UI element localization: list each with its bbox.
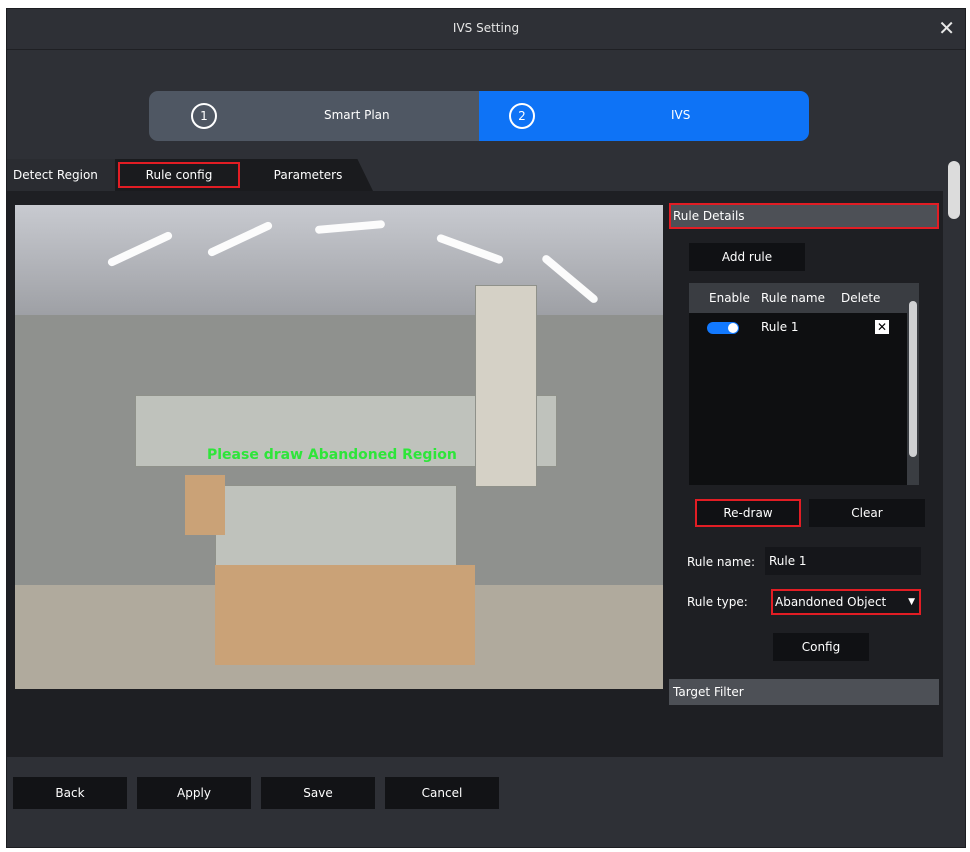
enable-toggle[interactable] <box>707 322 739 334</box>
config-button[interactable]: Config <box>773 633 869 661</box>
rule-type-value: Abandoned Object <box>775 595 887 609</box>
desk <box>215 565 475 665</box>
tab-parameters[interactable]: Parameters <box>243 159 373 191</box>
desk <box>185 475 225 535</box>
clear-button[interactable]: Clear <box>809 499 925 527</box>
rule-config-panel: Please draw Abandoned Region Rule Detail… <box>7 191 943 757</box>
window-title: IVS Setting <box>452 21 520 35</box>
scrollbar-thumb[interactable] <box>948 161 960 219</box>
step-label: IVS <box>671 108 691 122</box>
cubicle-wall <box>475 285 537 487</box>
footer-bar: Back Apply Save Cancel <box>7 757 965 847</box>
rule-list: Enable Rule name Delete Rule 1 ✕ <box>689 283 907 485</box>
step-number: 1 <box>191 103 217 129</box>
scrollbar-thumb[interactable] <box>909 301 917 457</box>
rule-type-select[interactable]: Abandoned Object ▼ <box>771 589 921 615</box>
redraw-button[interactable]: Re-draw <box>695 499 801 527</box>
camera-video-view[interactable]: Please draw Abandoned Region <box>15 205 663 689</box>
back-button[interactable]: Back <box>13 777 127 809</box>
rule-name-cell: Rule 1 <box>761 320 799 334</box>
ivs-setting-window: IVS Setting ✕ 1 Smart Plan 2 IVS Detect … <box>6 8 966 848</box>
rule-name-field[interactable]: Rule 1 <box>765 547 921 575</box>
rule-list-scrollbar[interactable] <box>907 283 919 485</box>
chevron-down-icon: ▼ <box>908 597 915 607</box>
main-scrollbar[interactable] <box>947 161 961 731</box>
draw-region-prompt: Please draw Abandoned Region <box>207 447 457 463</box>
step-smart-plan[interactable]: 1 Smart Plan <box>149 91 479 141</box>
step-number: 2 <box>509 103 535 129</box>
target-filter-header[interactable]: Target Filter <box>669 679 939 705</box>
column-enable: Enable <box>709 291 750 305</box>
rule-details-header[interactable]: Rule Details <box>669 203 939 229</box>
add-rule-button[interactable]: Add rule <box>689 243 805 271</box>
tab-rule-config[interactable]: Rule config <box>115 159 243 191</box>
step-ivs[interactable]: 2 IVS <box>479 91 809 141</box>
cancel-button[interactable]: Cancel <box>385 777 499 809</box>
save-button[interactable]: Save <box>261 777 375 809</box>
column-rule-name: Rule name <box>761 291 825 305</box>
rule-list-header: Enable Rule name Delete <box>689 283 907 313</box>
tab-bar: Detect Region Parameters Rule config <box>7 159 943 191</box>
rule-type-label: Rule type: <box>687 595 748 609</box>
stepper: 1 Smart Plan 2 IVS <box>149 91 809 141</box>
step-label: Smart Plan <box>324 108 390 122</box>
close-icon[interactable]: ✕ <box>938 16 955 40</box>
apply-button[interactable]: Apply <box>137 777 251 809</box>
rule-name-label: Rule name: <box>687 555 756 569</box>
table-row[interactable]: Rule 1 ✕ <box>689 313 907 341</box>
column-delete: Delete <box>841 291 881 305</box>
delete-rule-icon[interactable]: ✕ <box>875 320 889 334</box>
tab-detect-region[interactable]: Detect Region <box>7 159 117 191</box>
title-bar: IVS Setting ✕ <box>7 9 965 50</box>
